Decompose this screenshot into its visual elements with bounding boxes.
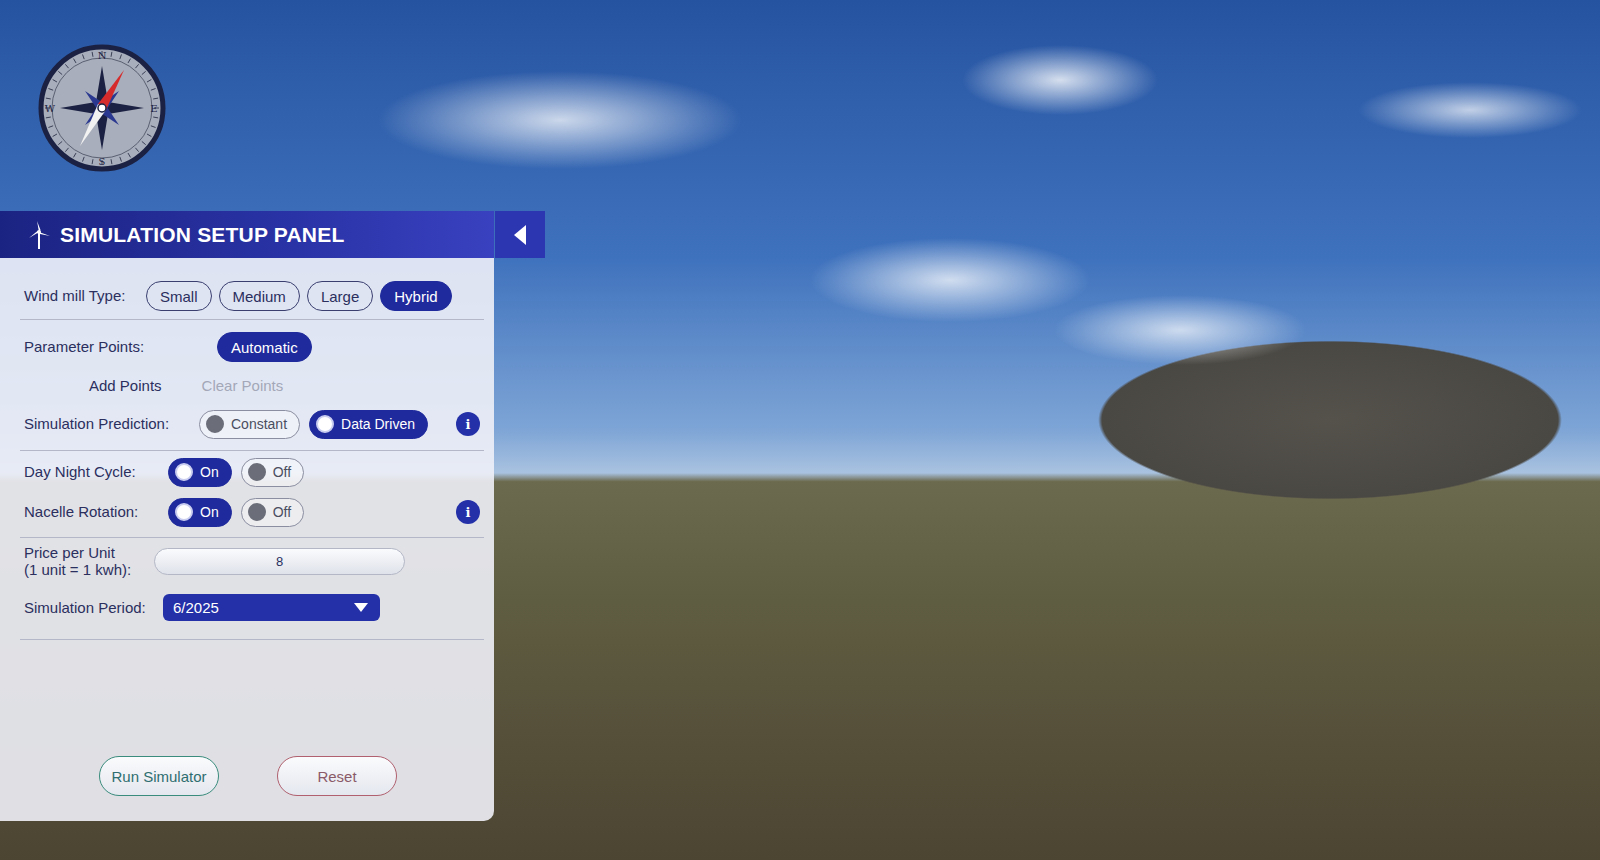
row-label: Parameter Points:	[24, 338, 207, 355]
panel-body: Wind mill Type: SmallMediumLargeHybrid Par…	[0, 258, 494, 821]
divider	[20, 319, 484, 320]
row-label: Day Night Cycle:	[24, 463, 158, 480]
windmill-type-option[interactable]: Small	[146, 281, 212, 311]
divider	[20, 450, 484, 451]
radio-dot-icon	[248, 503, 266, 521]
prediction-option[interactable]: Data Driven	[309, 410, 428, 439]
price-input[interactable]: 8	[154, 548, 405, 575]
prediction-group: Constant Data Driven	[199, 410, 428, 439]
row-label: Wind mill Type:	[24, 287, 136, 304]
info-button[interactable]: i	[456, 412, 480, 436]
panel-header: SIMULATION SETUP PANEL	[0, 211, 494, 258]
nacelle-option[interactable]: Off	[241, 498, 304, 527]
option-label: Constant	[231, 416, 287, 432]
compass-south: S	[99, 156, 106, 167]
windmill-type-option[interactable]: Hybrid	[380, 281, 451, 311]
parameter-points-row: Parameter Points: Automatic	[0, 332, 494, 362]
caret-down-icon	[354, 603, 368, 612]
prediction-option[interactable]: Constant	[199, 410, 300, 439]
option-label: On	[200, 464, 219, 480]
parameter-points-option[interactable]: Automatic	[217, 332, 312, 362]
period-select[interactable]: 6/2025	[163, 594, 380, 621]
panel-title: SIMULATION SETUP PANEL	[60, 223, 344, 247]
option-label: On	[200, 504, 219, 520]
nacelle-option[interactable]: On	[168, 498, 232, 527]
windmill-type-option[interactable]: Medium	[219, 281, 300, 311]
label-line: (1 unit = 1 kwh):	[24, 561, 144, 578]
radio-dot-icon	[248, 463, 266, 481]
option-label: Off	[273, 464, 291, 480]
day-night-group: On Off	[168, 458, 304, 487]
day-night-row: Day Night Cycle: On Off	[0, 457, 494, 487]
select-value: 6/2025	[173, 599, 219, 616]
windmill-type-option[interactable]: Large	[307, 281, 373, 311]
row-label: Price per Unit(1 unit = 1 kwh):	[24, 544, 144, 579]
compass-north: N	[98, 50, 107, 61]
windmill-type-row: Wind mill Type: SmallMediumLargeHybrid	[0, 281, 494, 311]
point-action[interactable]: Clear Points	[202, 377, 284, 394]
divider	[20, 537, 484, 538]
windmill-type-group: SmallMediumLargeHybrid	[146, 281, 452, 311]
point-actions: Add Points Clear Points	[89, 377, 283, 394]
info-button[interactable]: i	[456, 500, 480, 524]
row-label: Nacelle Rotation:	[24, 503, 158, 520]
compass-west: W	[45, 103, 56, 114]
compass-icon: N E S W	[38, 44, 166, 172]
primary-button[interactable]: Run Simulator	[99, 756, 219, 796]
simulator-screen: N E S W SIMULATION SETUP PANEL Wind mill Type…	[0, 0, 1600, 860]
nacelle-rotation-row: Nacelle Rotation: On Off i	[0, 497, 494, 527]
setup-panel: SIMULATION SETUP PANEL Wind mill Type: Sma…	[0, 211, 545, 821]
simulation-period-row: Simulation Period: 6/2025	[0, 593, 494, 623]
panel-header-row: SIMULATION SETUP PANEL	[0, 211, 545, 258]
day-night-option[interactable]: On	[168, 458, 232, 487]
windmill-icon	[26, 220, 52, 250]
row-label: Simulation Period:	[24, 599, 153, 616]
nacelle-group: On Off	[168, 498, 304, 527]
simulation-prediction-row: Simulation Prediction: Constant Data Drive…	[0, 409, 494, 439]
radio-dot-icon	[175, 463, 193, 481]
collapse-button[interactable]	[495, 211, 545, 258]
price-row: Price per Unit(1 unit = 1 kwh): 8	[0, 544, 494, 579]
compass-east: E	[150, 103, 157, 114]
label-line: Price per Unit	[24, 544, 144, 561]
radio-dot-icon	[206, 415, 224, 433]
danger-button[interactable]: Reset	[277, 756, 397, 796]
arrow-left-icon	[513, 224, 527, 246]
option-label: Off	[273, 504, 291, 520]
option-label: Data Driven	[341, 416, 415, 432]
divider	[20, 639, 484, 640]
row-label: Simulation Prediction:	[24, 415, 189, 432]
action-buttons: Run Simulator Reset	[0, 756, 494, 796]
point-actions-row: Add Points Clear Points	[0, 370, 494, 400]
radio-dot-icon	[316, 415, 334, 433]
radio-dot-icon	[175, 503, 193, 521]
point-action[interactable]: Add Points	[89, 377, 162, 394]
day-night-option[interactable]: Off	[241, 458, 304, 487]
